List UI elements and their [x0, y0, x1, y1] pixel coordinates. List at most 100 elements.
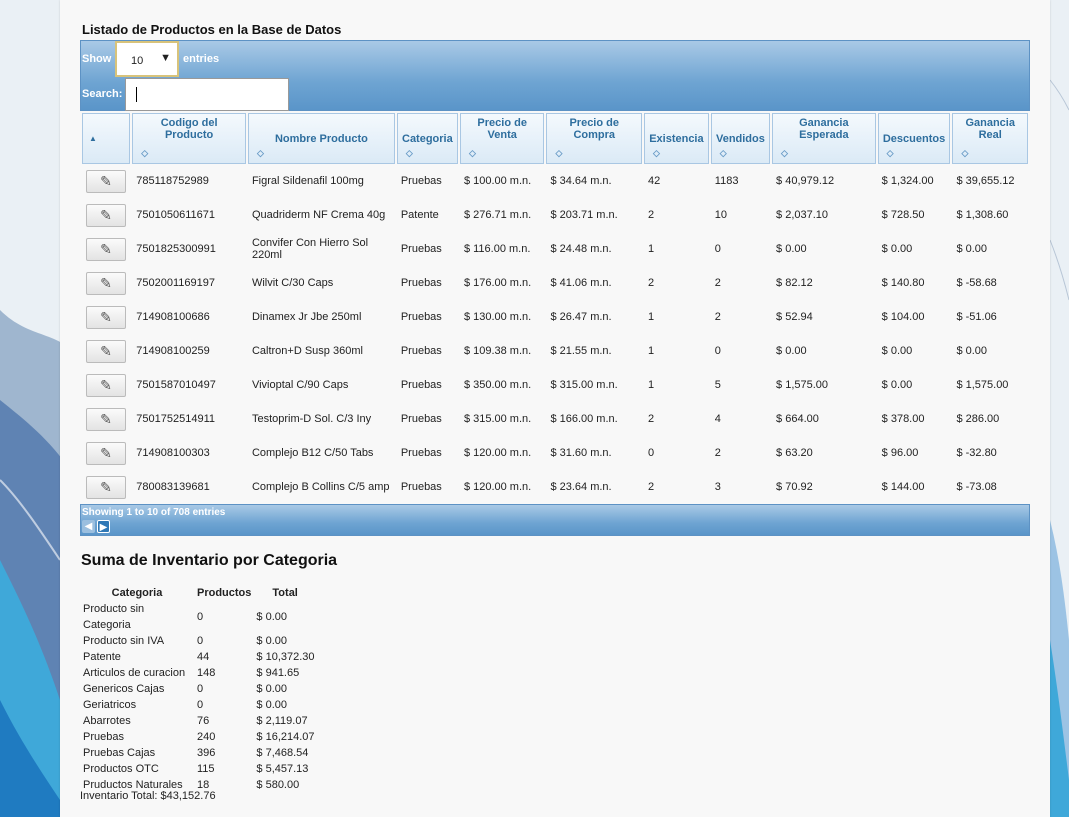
cell-real: $ 286.00 — [956, 413, 1000, 425]
edit-button[interactable]: ✎ — [86, 203, 126, 227]
cell-compra: $ 31.60 m.n. — [550, 447, 612, 459]
cell-esperada: $ 82.12 — [776, 277, 813, 289]
text-cursor — [136, 87, 137, 102]
summary-cell-categoria: Pruebas Cajas — [83, 747, 156, 759]
summary-cell-productos: 148 — [197, 667, 216, 679]
summary-row: Articulos de curacion 148 $ 941.65 — [80, 665, 334, 681]
pencil-icon: ✎ — [100, 275, 112, 291]
cell-descuentos: $ 0.00 — [881, 243, 913, 255]
cell-vendidos: 0 — [714, 243, 721, 255]
column-header-ganancia-esperada[interactable]: Ganancia Esperada ◇ — [772, 113, 876, 164]
cell-codigo: 7501752514911 — [136, 413, 215, 425]
sort-icon: ◇ — [653, 148, 660, 158]
summary-header: Total — [272, 587, 298, 599]
arrow-left-icon[interactable]: ◀ — [82, 520, 95, 533]
cell-real: $ 1,308.60 — [956, 209, 1009, 221]
entries-label: entries — [183, 53, 220, 65]
table-row: ✎ 7502001169197 Wilvit C/30 Caps Pruebas $ 1… — [82, 266, 1028, 300]
cell-descuentos: $ 0.00 — [881, 345, 913, 357]
summary-row: Producto sin IVA 0 $ 0.00 — [80, 633, 334, 649]
pencil-icon: ✎ — [100, 343, 112, 359]
summary-cell-categoria: Geriatricos — [83, 699, 137, 711]
cell-codigo: 7501825300991 — [136, 243, 216, 255]
edit-cell: ✎ — [82, 198, 130, 232]
cell-real: $ 1,575.00 — [956, 379, 1009, 391]
summary-title: Suma de Inventario por Categoria — [81, 552, 338, 569]
sort-icon: ◇ — [886, 148, 894, 158]
cell-esperada: $ 1,575.00 — [776, 379, 829, 391]
edit-button[interactable]: ✎ — [86, 237, 126, 261]
summary-cell-total: $ 5,457.13 — [256, 763, 309, 775]
edit-button[interactable]: ✎ — [86, 373, 126, 397]
cell-nombre: Wilvit C/30 Caps — [251, 277, 334, 289]
cell-venta: $ 116.00 m.n. — [463, 243, 531, 255]
table-row: ✎ 7501587010497 Vivioptal C/90 Caps Pruebas… — [82, 368, 1028, 402]
cell-esperada: $ 52.94 — [776, 311, 813, 323]
summary-cell-productos: 44 — [197, 651, 210, 663]
summary-cell-total: $ 0.00 — [256, 683, 287, 695]
table-row: ✎ 714908100686 Dinamex Jr Jbe 250ml Pruebas… — [82, 300, 1028, 334]
cell-descuentos: $ 140.80 — [881, 277, 925, 289]
cell-existencia: 1 — [648, 243, 655, 255]
summary-row: Geriatricos 0 $ 0.00 — [80, 697, 334, 713]
column-header-ganancia-real[interactable]: Ganancia Real ◇ — [952, 113, 1028, 164]
edit-button[interactable]: ✎ — [86, 407, 126, 431]
edit-cell: ✎ — [82, 436, 130, 470]
column-header-descuentos[interactable]: Descuentos ◇ — [877, 113, 951, 164]
cell-categoria: Pruebas — [400, 277, 442, 289]
cell-descuentos: $ 728.50 — [881, 209, 925, 221]
summary-cell-productos: 396 — [197, 747, 216, 759]
content-panel: Listado de Productos en la Base de Datos… — [60, 0, 1050, 817]
edit-cell: ✎ — [82, 232, 130, 266]
summary-row: Producto sin Categoria 0 $ 0.00 — [80, 601, 334, 633]
cell-existencia: 1 — [648, 345, 655, 357]
summary-cell-categoria: Pruebas — [83, 731, 124, 743]
summary-row: Productos OTC 115 $ 5,457.13 — [80, 761, 334, 777]
column-header-codigo[interactable]: Codigo del Producto ◇ — [132, 113, 246, 164]
pagination-info: Showing 1 to 10 of 708 entries — [82, 507, 226, 518]
column-header-existencia[interactable]: Existencia ◇ — [644, 113, 709, 164]
table-header-row: ▲ Codigo del Producto ◇ Nombre Producto ◇ … — [82, 113, 1028, 164]
column-header-nombre[interactable]: Nombre Producto ◇ — [247, 113, 395, 164]
table-row: ✎ 785118752989 Figral Sildenafil 100mg Prue… — [82, 164, 1028, 198]
summary-cell-productos: 76 — [197, 715, 210, 727]
cell-nombre: Dinamex Jr Jbe 250ml — [251, 311, 362, 323]
cell-compra: $ 24.48 m.n. — [550, 243, 612, 255]
column-header-precio-venta[interactable]: Precio de Venta ◇ — [459, 113, 545, 164]
cell-codigo: 7501587010497 — [136, 379, 216, 391]
cell-compra: $ 26.47 m.n. — [550, 311, 612, 323]
edit-button[interactable]: ✎ — [86, 271, 126, 295]
column-header-categoria[interactable]: Categoria ◇ — [396, 113, 458, 164]
edit-button[interactable]: ✎ — [86, 339, 126, 363]
cell-esperada: $ 70.92 — [776, 481, 813, 493]
column-header-edit[interactable]: ▲ — [82, 113, 131, 164]
cell-categoria: Pruebas — [400, 345, 442, 357]
summary-cell-categoria: Genericos Cajas — [83, 683, 165, 695]
cell-vendidos: 3 — [714, 481, 721, 493]
cell-compra: $ 23.64 m.n. — [550, 481, 612, 493]
summary-cell-productos: 0 — [197, 635, 204, 647]
edit-button[interactable]: ✎ — [86, 169, 126, 193]
edit-button[interactable]: ✎ — [86, 475, 126, 499]
pencil-icon: ✎ — [100, 479, 112, 495]
entries-select[interactable]: 10 ▼ — [115, 41, 179, 77]
column-header-precio-compra[interactable]: Precio de Compra ◇ — [546, 113, 642, 164]
cell-existencia: 2 — [648, 481, 655, 493]
column-header-vendidos[interactable]: Vendidos ◇ — [710, 113, 771, 164]
sort-icon: ◇ — [141, 148, 149, 158]
cell-categoria: Pruebas — [400, 175, 442, 187]
cell-descuentos: $ 1,324.00 — [881, 175, 934, 187]
arrow-right-icon[interactable]: ▶ — [97, 520, 110, 533]
cell-venta: $ 109.38 m.n. — [463, 345, 532, 357]
cell-nombre: Caltron+D Susp 360ml — [251, 345, 363, 357]
cell-vendidos: 2 — [714, 447, 721, 459]
search-input[interactable] — [125, 78, 289, 111]
cell-codigo: 7501050611671 — [136, 209, 215, 221]
edit-button[interactable]: ✎ — [86, 441, 126, 465]
edit-button[interactable]: ✎ — [86, 305, 126, 329]
summary-row: Pruebas 240 $ 16,214.07 — [80, 729, 334, 745]
pencil-icon: ✎ — [100, 207, 112, 223]
cell-compra: $ 41.06 m.n. — [550, 277, 612, 289]
summary-body: Producto sin Categoria 0 $ 0.00 Producto si… — [80, 601, 334, 793]
search-label: Search: — [82, 88, 123, 100]
